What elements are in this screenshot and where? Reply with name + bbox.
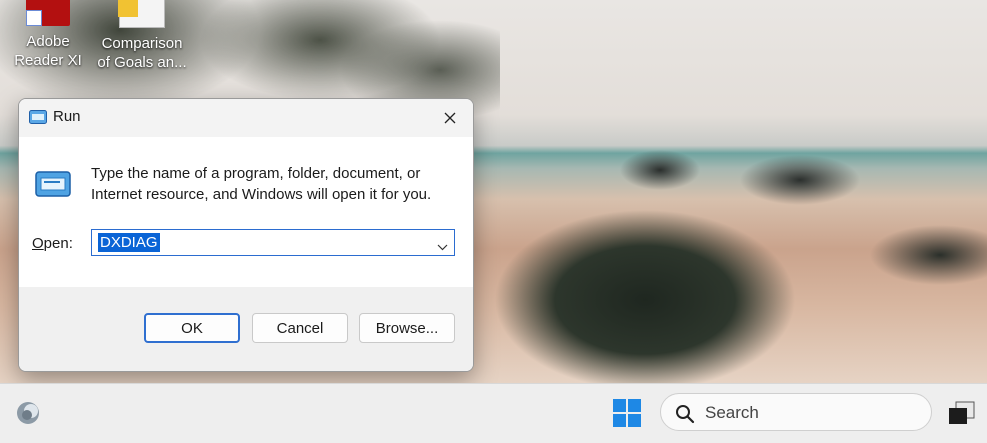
ok-button[interactable]: OK	[144, 313, 240, 343]
desktop-icon-label: Adobe	[26, 33, 70, 50]
taskbar: Search	[0, 383, 987, 443]
desktop-icon-label: Comparison	[101, 35, 183, 52]
open-label-text: pen:	[43, 235, 73, 252]
desktop-icon-label: Reader XI	[14, 52, 82, 69]
search-icon	[675, 404, 695, 428]
taskbar-search-box[interactable]: Search	[660, 393, 932, 431]
open-label: Open:	[32, 235, 73, 252]
run-dialog-titlebar[interactable]: Run	[19, 99, 473, 137]
run-app-icon	[29, 110, 47, 129]
run-program-icon	[35, 171, 71, 202]
chevron-down-icon[interactable]	[437, 238, 448, 256]
run-dialog-footer: OK Cancel Browse...	[19, 287, 473, 371]
desktop-icon-comparison-spreadsheet[interactable]: Comparison of Goals an...	[94, 0, 190, 72]
weather-widget-icon[interactable]	[14, 399, 42, 431]
cancel-button[interactable]: Cancel	[252, 313, 348, 343]
open-label-accesskey: O	[32, 235, 44, 252]
close-icon	[444, 112, 456, 124]
start-button[interactable]	[612, 398, 642, 432]
browse-button[interactable]: Browse...	[359, 313, 455, 343]
run-dialog-body: Type the name of a program, folder, docu…	[19, 137, 473, 287]
dialog-title: Run	[53, 108, 81, 125]
pdf-file-icon	[26, 0, 70, 26]
run-description: Type the name of a program, folder, docu…	[91, 165, 432, 203]
close-button[interactable]	[427, 99, 473, 137]
run-dialog: Run Type the name of a program, folder, …	[18, 98, 474, 372]
open-combobox[interactable]: DXDIAG	[91, 229, 455, 256]
task-view-icon[interactable]	[948, 401, 976, 429]
spreadsheet-file-icon	[118, 0, 165, 28]
search-placeholder: Search	[705, 403, 759, 422]
open-input-value[interactable]: DXDIAG	[98, 233, 160, 252]
desktop-icon-label: of Goals an...	[97, 54, 187, 71]
windows-logo-icon	[613, 399, 641, 427]
desktop-icon-adobe-reader[interactable]: Adobe Reader XI	[0, 0, 96, 70]
